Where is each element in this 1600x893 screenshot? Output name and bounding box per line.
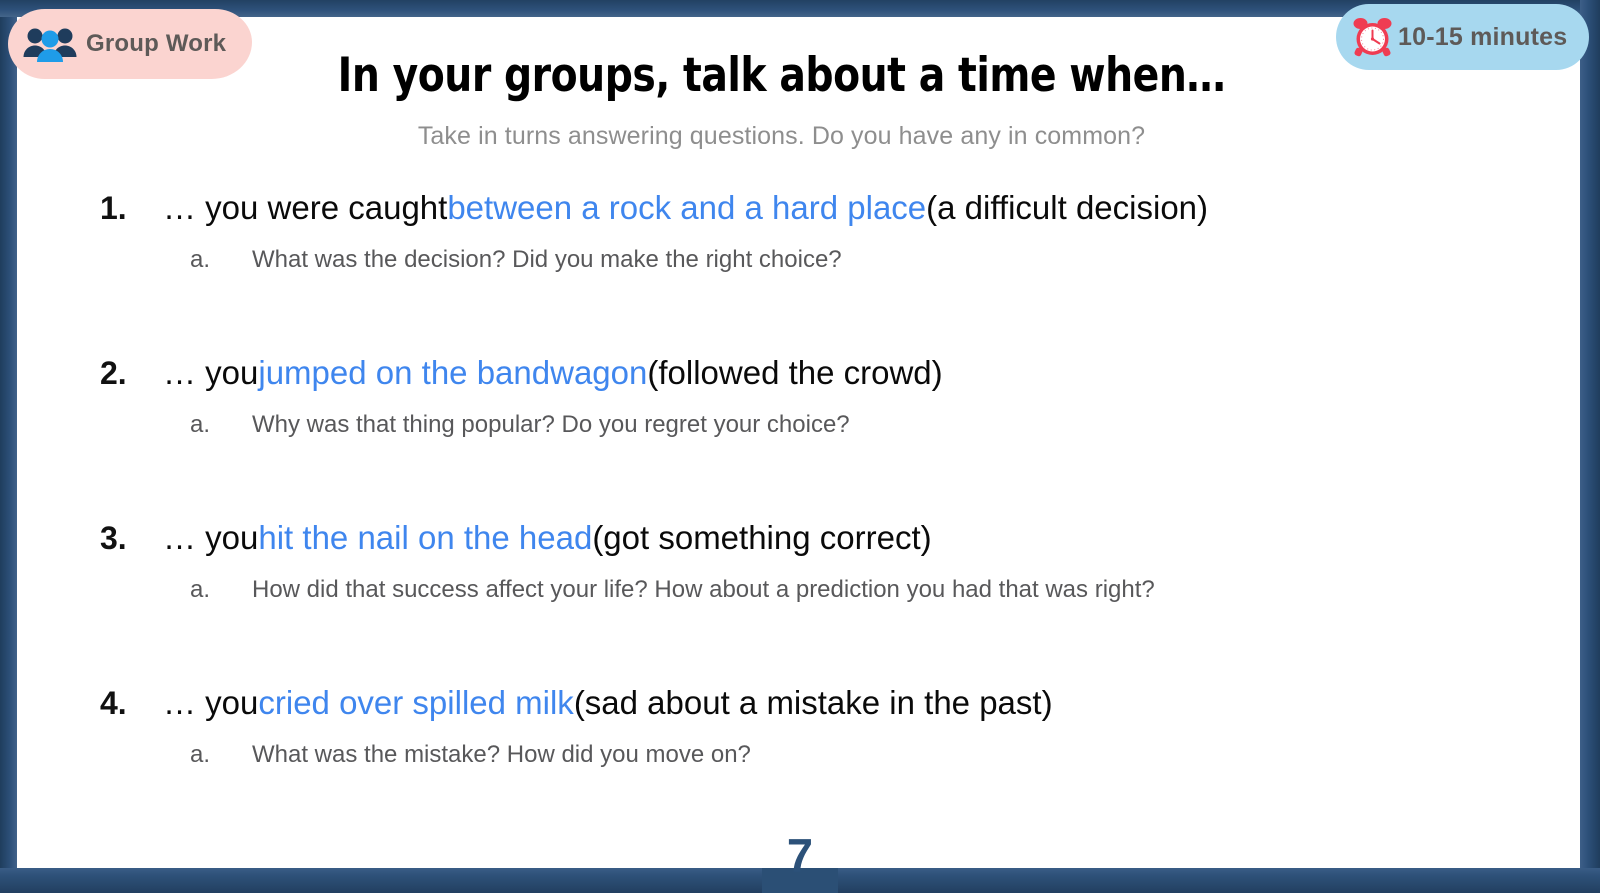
- item-prefix: … you: [163, 684, 259, 721]
- sub-text: How did that success affect your life? H…: [252, 576, 1155, 603]
- slide-frame-right: [1580, 0, 1600, 893]
- group-work-badge: Group Work: [8, 9, 253, 79]
- item-suffix: (a difficult decision): [926, 189, 1209, 226]
- item-prefix: … you were caught: [163, 189, 448, 226]
- sub-text: What was the decision? Did you make the …: [252, 246, 842, 273]
- item-number: 4.: [100, 685, 127, 721]
- item-prefix: … you: [163, 354, 259, 391]
- item-idiom: between a rock and a hard place: [447, 189, 927, 226]
- sub-letter: a.: [190, 741, 211, 768]
- question-line: 3. … you hit the nail on the head (got s…: [100, 519, 932, 557]
- question-subline: a. What was the mistake? How did you mov…: [190, 741, 751, 769]
- sub-text: Why was that thing popular? Do you regre…: [252, 411, 850, 438]
- slide-title: In your groups, talk about a time when…: [337, 48, 1226, 103]
- question-subline: a. What was the decision? Did you make t…: [190, 246, 842, 274]
- page-number: 7: [786, 829, 814, 882]
- question-line: 4. … you cried over spilled milk (sad ab…: [100, 684, 1053, 722]
- question-line: 1. … you were caught between a rock and …: [100, 189, 1208, 227]
- slide: Group Work 10-15 minutes In your groups,…: [0, 0, 1600, 893]
- list-item: 4. … you cried over spilled milk (sad ab…: [0, 673, 1563, 838]
- people-group-icon: [23, 28, 77, 62]
- item-idiom: hit the nail on the head: [258, 519, 593, 556]
- list-item: 2. … you jumped on the bandwagon (follow…: [0, 343, 1563, 508]
- item-number: 1.: [100, 190, 127, 226]
- item-suffix: (followed the crowd): [647, 354, 943, 391]
- question-line: 2. … you jumped on the bandwagon (follow…: [100, 354, 943, 392]
- duration-badge-label: 10-15 minutes: [1398, 22, 1568, 51]
- slide-frame-bottom-right: [838, 868, 1600, 893]
- questions-list: 1. … you were caught between a rock and …: [0, 178, 1563, 838]
- item-prefix: … you: [163, 519, 259, 556]
- duration-badge: 10-15 minutes: [1336, 4, 1590, 70]
- item-idiom: cried over spilled milk: [258, 684, 574, 721]
- item-suffix: (got something correct): [592, 519, 932, 556]
- group-work-badge-label: Group Work: [86, 30, 227, 57]
- slide-subtitle: Take in turns answering questions. Do yo…: [417, 122, 1146, 150]
- sub-letter: a.: [190, 246, 211, 273]
- sub-letter: a.: [190, 411, 211, 438]
- item-suffix: (sad about a mistake in the past): [573, 684, 1053, 721]
- sub-text: What was the mistake? How did you move o…: [252, 741, 751, 768]
- slide-frame-bottom-left: [0, 868, 762, 893]
- item-number: 3.: [100, 520, 127, 556]
- question-subline: a. How did that success affect your life…: [190, 576, 1155, 604]
- sub-letter: a.: [190, 576, 211, 603]
- item-idiom: jumped on the bandwagon: [258, 354, 648, 391]
- alarm-clock-icon: [1353, 18, 1392, 57]
- list-item: 1. … you were caught between a rock and …: [0, 178, 1563, 343]
- item-number: 2.: [100, 355, 127, 391]
- question-subline: a. Why was that thing popular? Do you re…: [190, 411, 850, 439]
- list-item: 3. … you hit the nail on the head (got s…: [0, 508, 1563, 673]
